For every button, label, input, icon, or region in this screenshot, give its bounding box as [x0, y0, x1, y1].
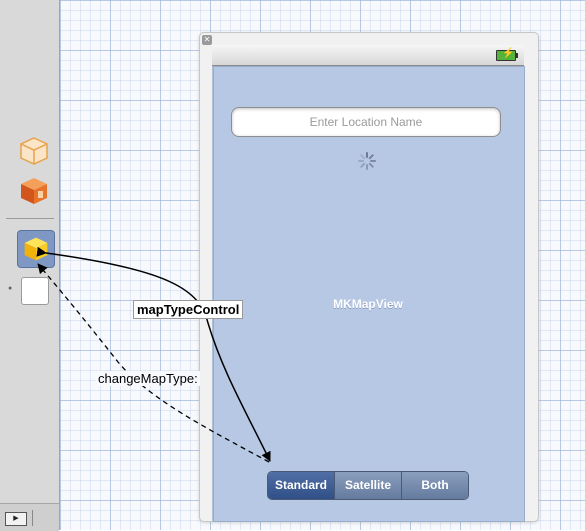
outlet-connection-line — [36, 246, 271, 462]
outlet-label: mapTypeControl — [133, 300, 244, 319]
action-connection-line — [37, 263, 270, 463]
action-label: changeMapType: — [96, 371, 200, 386]
connection-lines — [36, 246, 271, 463]
